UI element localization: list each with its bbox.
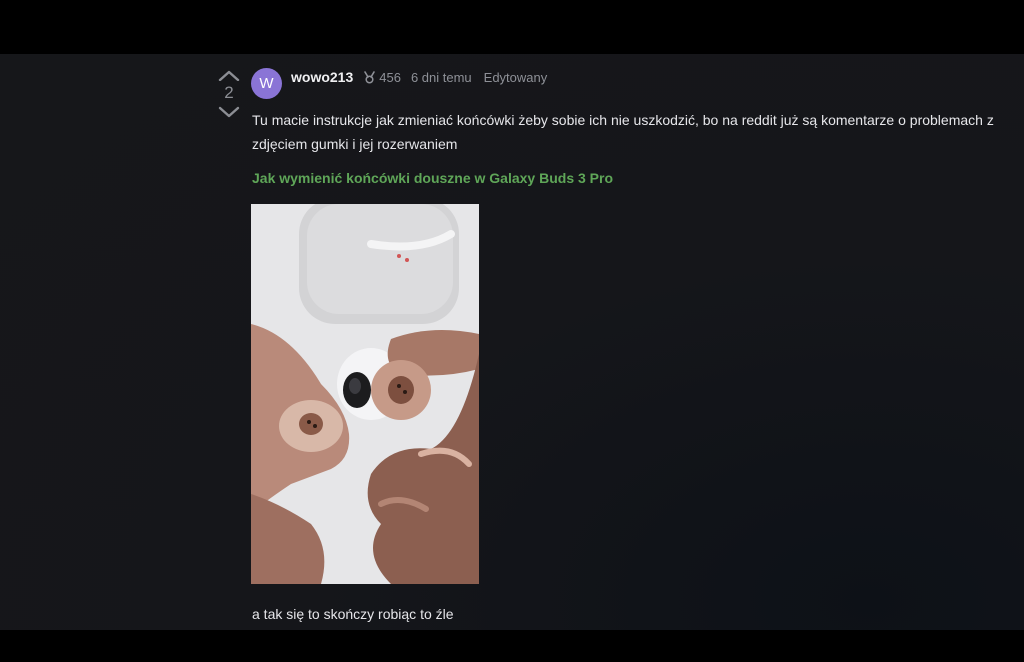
downvote-icon	[218, 106, 240, 118]
instruction-link[interactable]: Jak wymienić końcówki douszne w Galaxy B…	[252, 170, 613, 186]
downvote-button[interactable]	[217, 105, 241, 119]
comment-meta: wowo213 456 6 dni temu Edytowany	[291, 68, 547, 86]
edited-label: Edytowany	[483, 69, 548, 85]
karma-badge: 456	[363, 70, 401, 85]
letterbox-top	[0, 0, 1024, 54]
letterbox-bottom	[0, 630, 1024, 662]
comment-body: Tu macie instrukcje jak zmieniać końcówk…	[252, 112, 994, 152]
earbud-photo-illustration	[251, 204, 479, 584]
comment-footer-text: a tak się to skończy robiąc to źle	[252, 606, 454, 622]
vote-column: 2	[216, 68, 242, 119]
comment-panel: 2 W wowo213 456 6 dni temu Edytowany Tu …	[0, 54, 1024, 630]
username-link[interactable]: wowo213	[291, 69, 353, 85]
timestamp[interactable]: 6 dni temu	[411, 70, 472, 85]
medal-icon	[364, 70, 376, 84]
upvote-icon	[218, 70, 240, 81]
vote-count: 2	[224, 83, 234, 102]
karma-count: 456	[379, 69, 401, 85]
upvote-button[interactable]	[217, 68, 241, 82]
earbud-photo[interactable]	[251, 204, 479, 584]
avatar[interactable]: W	[251, 68, 282, 99]
